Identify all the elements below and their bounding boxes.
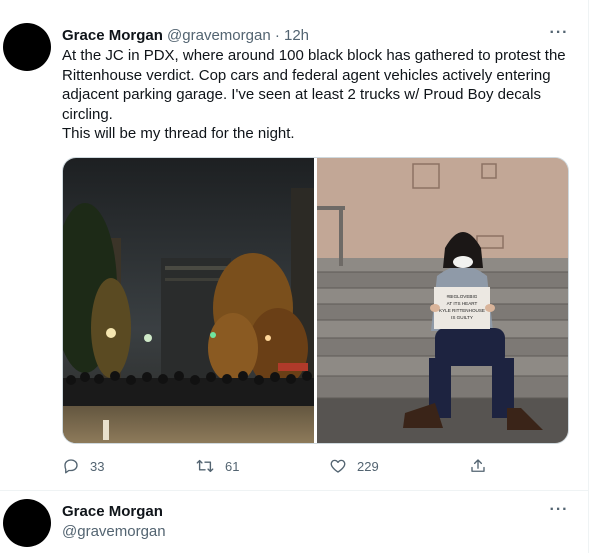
avatar[interactable] — [3, 499, 51, 547]
more-options-icon[interactable]: ··· — [546, 25, 572, 44]
author-name[interactable]: Grace Morgan — [62, 27, 163, 44]
woman-sitting-on-steps-photo-icon: #BIGLOVEBIG AT ITS HEART KYLE RITTENHOUS… — [317, 158, 568, 443]
author-name[interactable]: Grace Morgan — [62, 503, 163, 520]
tweet-media[interactable]: #BIGLOVEBIG AT ITS HEART KYLE RITTENHOUS… — [62, 157, 569, 444]
like-button[interactable]: 229 — [329, 456, 379, 476]
avatar[interactable] — [3, 23, 51, 71]
sign-text-line: IS GUILTY — [451, 315, 473, 320]
tweet-text-line: This will be my thread for the night. — [62, 125, 295, 142]
sign-text-line: AT ITS HEART — [447, 301, 478, 306]
night-street-protest-photo-icon — [63, 158, 314, 443]
reply-icon — [64, 459, 78, 474]
author-handle[interactable]: @gravemorgan — [62, 523, 166, 540]
tweet-divider — [0, 490, 588, 491]
tweet-header: Grace Morgan @gravemorgan · 12h — [62, 27, 309, 44]
tweet-text-line: adjacent parking garage. I've seen at le… — [62, 86, 541, 103]
tweet-text-line: circling. — [62, 105, 113, 123]
header-separator: · — [274, 27, 280, 44]
sign-text-line: #BIGLOVEBIG — [447, 294, 478, 299]
retweet-count: 61 — [225, 458, 240, 474]
share-button[interactable] — [469, 456, 487, 476]
retweet-icon — [196, 459, 214, 473]
tweet-text-line: Rittenhouse verdict. Cop cars and federa… — [62, 66, 551, 84]
night-street-protest-photo[interactable] — [63, 158, 314, 443]
heart-icon — [330, 459, 346, 473]
sign-text-line: KYLE RITTENHOUSE — [439, 308, 485, 313]
retweet-button[interactable]: 61 — [195, 456, 239, 476]
like-count: 229 — [357, 458, 379, 474]
share-icon — [471, 459, 485, 472]
tweet-actions: 33 61 229 — [62, 456, 522, 476]
tweet-text-line: At the JC in PDX, where around 100 black… — [62, 47, 566, 64]
tweet-timestamp[interactable]: 12h — [284, 27, 309, 44]
reply-button[interactable]: 33 — [62, 456, 104, 476]
reply-count: 33 — [90, 458, 105, 474]
tweet-text: At the JC in PDX, where around 100 black… — [62, 46, 574, 144]
woman-sitting-on-steps-photo[interactable]: #BIGLOVEBIG AT ITS HEART KYLE RITTENHOUS… — [317, 158, 568, 443]
timeline-column: Grace Morgan @gravemorgan · 12h ··· At t… — [0, 0, 589, 553]
more-options-icon[interactable]: ··· — [546, 502, 572, 521]
author-handle[interactable]: @gravemorgan — [167, 27, 271, 44]
